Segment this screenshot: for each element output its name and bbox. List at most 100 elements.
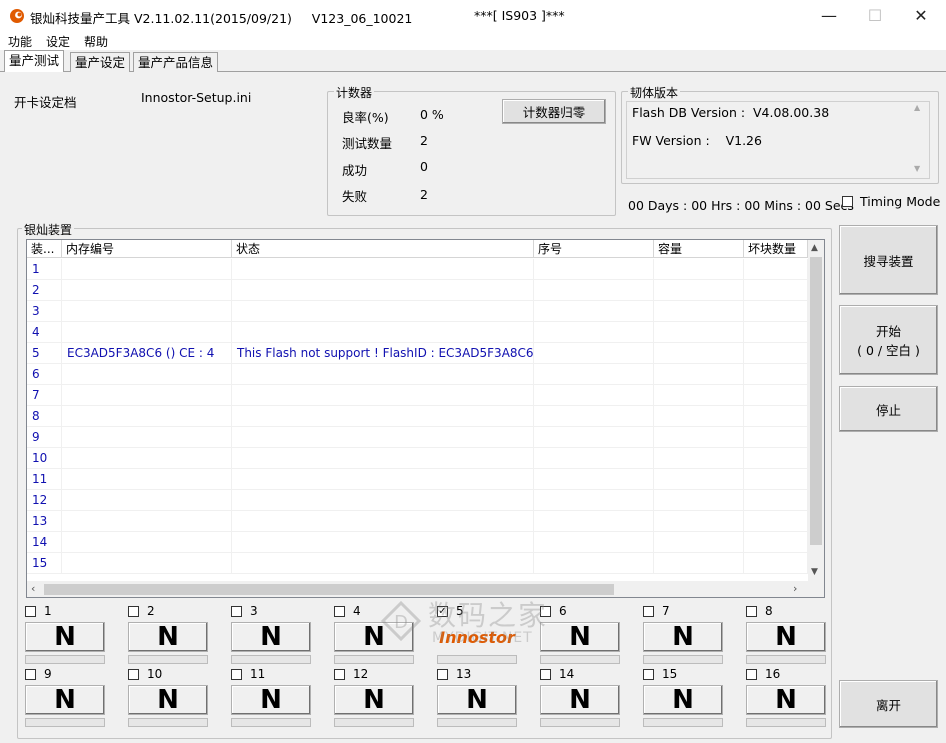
cell-status	[232, 280, 534, 301]
slot-state-label: N	[54, 622, 76, 652]
col-bad-blocks-header[interactable]: 坏块数量	[744, 240, 808, 258]
close-button[interactable]: ✕	[898, 0, 944, 30]
col-slot-header[interactable]: 装...	[27, 240, 62, 258]
table-row[interactable]: 6	[27, 364, 808, 385]
slot-number: 5	[456, 604, 464, 618]
slot-checkbox[interactable]: ✓	[437, 606, 448, 617]
scroll-right-icon[interactable]: ›	[793, 582, 797, 595]
col-serial-header[interactable]: 序号	[534, 240, 654, 258]
cell-serial	[534, 553, 654, 574]
slot-status-box: Innostor	[437, 622, 517, 652]
start-button[interactable]: 开始 ( 0 / 空白 )	[839, 305, 938, 375]
slot-checkbox[interactable]	[25, 606, 36, 617]
cell-memory-id	[62, 511, 232, 532]
table-row[interactable]: 14	[27, 532, 808, 553]
scroll-left-icon[interactable]: ‹	[31, 582, 35, 595]
firmware-scroll-up-icon[interactable]: ▲	[914, 103, 920, 112]
cell-status	[232, 364, 534, 385]
cell-serial	[534, 532, 654, 553]
slot-checkbox[interactable]	[231, 669, 242, 680]
slot-checkbox[interactable]	[334, 606, 345, 617]
col-memory-id-header[interactable]: 内存编号	[62, 240, 232, 258]
cell-serial	[534, 490, 654, 511]
table-row[interactable]: 4	[27, 322, 808, 343]
slot-status-box: N	[231, 685, 311, 715]
table-row[interactable]: 12	[27, 490, 808, 511]
firmware-scroll-down-icon[interactable]: ▼	[914, 164, 920, 173]
slot-status-box: N	[334, 622, 414, 652]
success-label: 成功	[342, 163, 368, 178]
slot-checkbox[interactable]	[128, 669, 139, 680]
cell-memory-id	[62, 301, 232, 322]
slot-progress-bar	[231, 655, 311, 664]
slot-checkbox[interactable]	[540, 669, 551, 680]
vertical-scroll-thumb[interactable]	[810, 257, 822, 545]
cell-bad-blocks	[744, 490, 808, 511]
devices-group-title: 银灿装置	[22, 221, 75, 238]
timing-mode-checkbox[interactable]	[842, 196, 853, 207]
slot-state-label: N	[466, 685, 488, 715]
table-row[interactable]: 1	[27, 259, 808, 280]
cell-slot-number: 10	[27, 448, 62, 469]
slot-checkbox[interactable]	[437, 669, 448, 680]
slot-state-label: N	[672, 622, 694, 652]
test-count-value: 2	[420, 133, 428, 148]
slot-state-label: N	[775, 685, 797, 715]
col-status-header[interactable]: 状态	[232, 240, 534, 258]
slot-progress-bar	[746, 655, 826, 664]
slot-progress-bar	[643, 718, 723, 727]
stop-button[interactable]: 停止	[839, 386, 938, 432]
slot-status-box: N	[643, 685, 723, 715]
cell-serial	[534, 511, 654, 532]
slot-status-box: N	[231, 622, 311, 652]
table-row[interactable]: 8	[27, 406, 808, 427]
table-row[interactable]: 2	[27, 280, 808, 301]
slot-checkbox[interactable]	[540, 606, 551, 617]
tab-production-test[interactable]: 量产测试	[4, 50, 65, 72]
device-table[interactable]: 装... 内存编号 状态 序号 容量 坏块数量 1 2 3 4 5 EC3AD5F3A8C…	[26, 239, 825, 598]
slot-checkbox[interactable]	[746, 606, 757, 617]
table-row[interactable]: 5 EC3AD5F3A8C6 () CE : 4 This Flash not su…	[27, 343, 808, 364]
slot-checkbox[interactable]	[25, 669, 36, 680]
cell-slot-number: 9	[27, 427, 62, 448]
cell-memory-id	[62, 259, 232, 280]
slot-checkbox[interactable]	[231, 606, 242, 617]
maximize-button[interactable]: ☐	[852, 0, 898, 30]
slot-checkbox[interactable]	[128, 606, 139, 617]
cell-bad-blocks	[744, 469, 808, 490]
col-capacity-header[interactable]: 容量	[654, 240, 744, 258]
table-row[interactable]: 3	[27, 301, 808, 322]
slot-checkbox[interactable]	[643, 669, 654, 680]
table-row[interactable]: 13	[27, 511, 808, 532]
slot-checkbox[interactable]	[746, 669, 757, 680]
scroll-down-icon[interactable]: ▼	[811, 567, 818, 577]
menu-settings[interactable]: 设定	[46, 33, 70, 50]
fail-label: 失败	[342, 189, 368, 204]
cell-memory-id	[62, 364, 232, 385]
slot-state-label: N	[260, 622, 282, 652]
tab-production-settings[interactable]: 量产设定	[70, 52, 131, 72]
cell-status	[232, 385, 534, 406]
horizontal-scroll-thumb[interactable]	[44, 584, 614, 595]
menu-function[interactable]: 功能	[8, 33, 32, 50]
cell-slot-number: 8	[27, 406, 62, 427]
tab-product-info[interactable]: 量产产品信息	[133, 52, 219, 72]
counter-reset-button[interactable]: 计数器归零	[502, 99, 606, 124]
window-title: 银灿科技量产工具 V2.11.02.11(2015/09/21) V123_06…	[30, 11, 413, 26]
slot-progress-bar	[231, 718, 311, 727]
table-row[interactable]: 7	[27, 385, 808, 406]
menu-help[interactable]: 帮助	[84, 33, 108, 50]
minimize-button[interactable]: —	[806, 0, 852, 30]
table-row[interactable]: 9	[27, 427, 808, 448]
slot-checkbox[interactable]	[643, 606, 654, 617]
slot-checkbox[interactable]	[334, 669, 345, 680]
table-row[interactable]: 10	[27, 448, 808, 469]
scroll-up-icon[interactable]: ▲	[811, 243, 818, 253]
table-row[interactable]: 15	[27, 553, 808, 574]
table-row[interactable]: 11	[27, 469, 808, 490]
exit-button[interactable]: 离开	[839, 680, 938, 728]
cell-status	[232, 490, 534, 511]
search-devices-button[interactable]: 搜寻装置	[839, 225, 938, 295]
cell-status	[232, 532, 534, 553]
cell-status	[232, 259, 534, 280]
